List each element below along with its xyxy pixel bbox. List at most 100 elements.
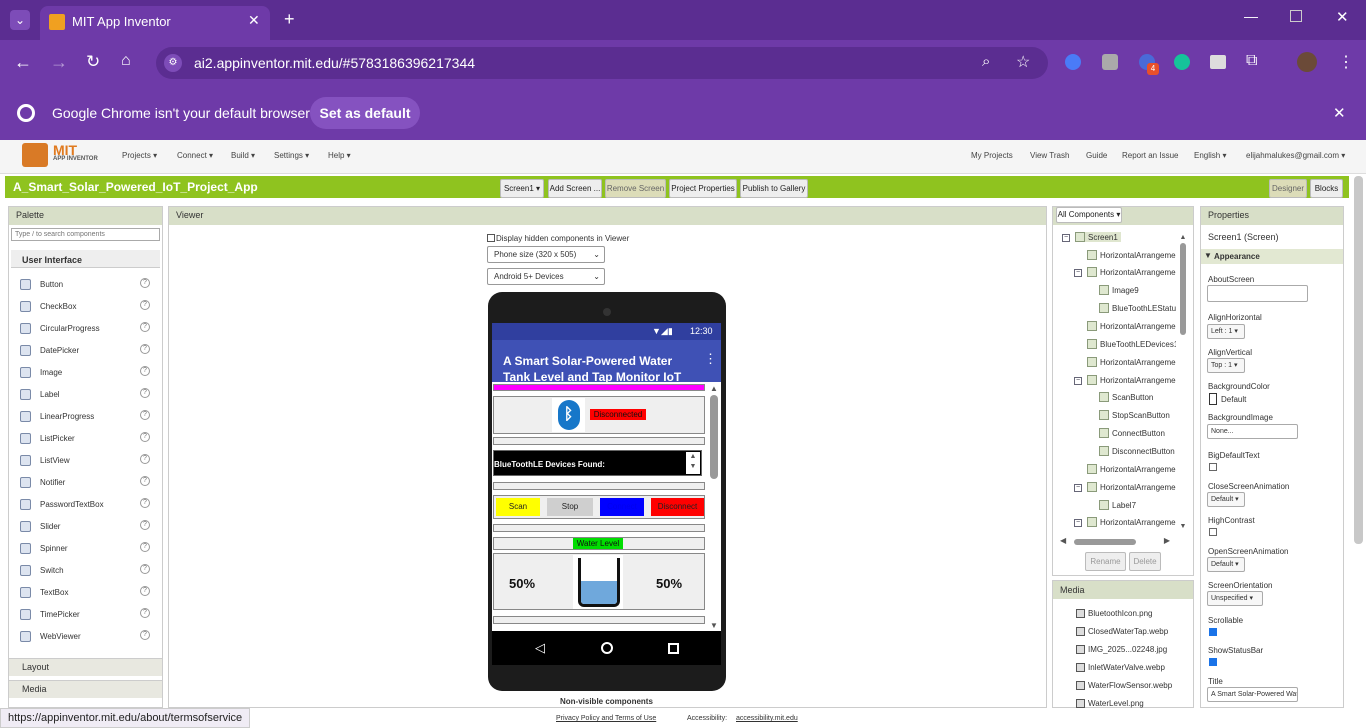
- help-icon[interactable]: ?: [140, 498, 150, 508]
- back-icon[interactable]: ←: [14, 52, 32, 73]
- palette-item-listview[interactable]: ListView?: [20, 452, 150, 468]
- footer-privacy-link[interactable]: Privacy Policy and Terms of Use: [556, 715, 656, 722]
- phone-screen-scrollbar[interactable]: ▲ ▼: [708, 384, 720, 630]
- help-icon[interactable]: ?: [140, 410, 150, 420]
- tree-item-horizontalarrangement7[interactable]: HorizontalArrangement7: [1087, 482, 1176, 492]
- delete-button[interactable]: Delete: [1129, 552, 1161, 571]
- tree-collapse-toggle[interactable]: −: [1074, 269, 1082, 277]
- title-input[interactable]: A Smart Solar-Powered Wat: [1207, 687, 1298, 702]
- tree-item-horizontalarrangement3[interactable]: HorizontalArrangement3: [1087, 321, 1176, 331]
- palette-item-label[interactable]: Label?: [20, 386, 150, 402]
- help-icon[interactable]: ?: [140, 542, 150, 552]
- big-default-text-checkbox[interactable]: [1209, 463, 1217, 471]
- help-icon[interactable]: ?: [140, 366, 150, 376]
- tree-item-connectbutton[interactable]: ConnectButton: [1099, 428, 1176, 438]
- media-item[interactable]: WaterFlowSensor.webp: [1076, 681, 1172, 690]
- account-menu[interactable]: elijahmalukes@gmail.com ▾: [1246, 151, 1345, 160]
- tree-item-horizontalarrangement4[interactable]: HorizontalArrangement4: [1087, 357, 1176, 367]
- align-vertical-select[interactable]: Top : 1 ▾: [1207, 358, 1245, 373]
- palette-item-image[interactable]: Image?: [20, 364, 150, 380]
- help-icon[interactable]: ?: [140, 564, 150, 574]
- tree-item-bluetoothlestatus[interactable]: BlueToothLEStatus: [1099, 303, 1176, 313]
- screen-orientation-select[interactable]: Unspecified ▾: [1207, 591, 1263, 606]
- help-icon[interactable]: ?: [140, 520, 150, 530]
- nav-back-icon[interactable]: ◁: [535, 640, 545, 656]
- scroll-thumb[interactable]: [1180, 243, 1186, 335]
- tree-item-horizontalarrangement8[interactable]: HorizontalArrangement8: [1087, 517, 1176, 527]
- close-infobar-icon[interactable]: ✕: [1333, 104, 1346, 122]
- palette-item-timepicker[interactable]: TimePicker?: [20, 606, 150, 622]
- hidden-components-checkbox[interactable]: [487, 234, 495, 242]
- listview-scroll-arrows[interactable]: ▲ ▼: [686, 452, 700, 474]
- connect-button[interactable]: Connect: [600, 498, 644, 516]
- stop-button[interactable]: Stop: [547, 498, 593, 516]
- nav-recents-icon[interactable]: [668, 643, 679, 654]
- menu-projects[interactable]: Projects ▾: [122, 151, 157, 160]
- restore-icon[interactable]: [1290, 10, 1302, 22]
- tree-collapse-toggle[interactable]: −: [1062, 234, 1070, 242]
- chrome-menu-icon[interactable]: ⋮: [1338, 52, 1354, 72]
- reload-icon[interactable]: ↻: [86, 52, 100, 72]
- designer-button[interactable]: Designer: [1269, 179, 1307, 198]
- add-screen-button[interactable]: Add Screen ...: [548, 179, 602, 198]
- background-image-picker[interactable]: None...: [1207, 424, 1298, 439]
- overflow-menu-icon[interactable]: ⋮: [704, 351, 717, 367]
- link-view-trash[interactable]: View Trash: [1030, 151, 1069, 160]
- palette-item-button[interactable]: Button?: [20, 276, 150, 292]
- scroll-up-arrow[interactable]: ▲: [1178, 234, 1188, 241]
- tree-item-horizontalarrangement2[interactable]: HorizontalArrangement2: [1087, 267, 1176, 277]
- menu-help[interactable]: Help ▾: [328, 151, 351, 160]
- scroll-up-arrow[interactable]: ▲: [708, 384, 720, 393]
- menu-connect[interactable]: Connect ▾: [177, 151, 213, 160]
- help-icon[interactable]: ?: [140, 432, 150, 442]
- tree-item-stopscanbutton[interactable]: StopScanButton: [1099, 410, 1176, 420]
- tree-item-screen1[interactable]: Screen1: [1075, 232, 1121, 242]
- menu-settings[interactable]: Settings ▾: [274, 151, 309, 160]
- palette-item-notifier[interactable]: Notifier?: [20, 474, 150, 490]
- menu-build[interactable]: Build ▾: [231, 151, 255, 160]
- scroll-left-arrow[interactable]: ◀: [1060, 536, 1066, 545]
- home-icon[interactable]: ⌂: [121, 52, 131, 70]
- palette-section-user-interface[interactable]: User Interface: [22, 255, 82, 265]
- help-icon[interactable]: ?: [140, 344, 150, 354]
- link-my-projects[interactable]: My Projects: [971, 151, 1013, 160]
- palette-item-spinner[interactable]: Spinner?: [20, 540, 150, 556]
- tree-item-label7[interactable]: Label7: [1099, 500, 1176, 510]
- publish-gallery-button[interactable]: Publish to Gallery: [740, 179, 808, 198]
- help-icon[interactable]: ?: [140, 300, 150, 310]
- media-item[interactable]: InletWaterValve.webp: [1076, 663, 1165, 672]
- help-icon[interactable]: ?: [140, 586, 150, 596]
- background-color-swatch[interactable]: [1209, 393, 1217, 405]
- scroll-down-arrow[interactable]: ▼: [708, 621, 720, 630]
- tab-search-icon[interactable]: ⌄: [10, 10, 30, 30]
- zoom-icon[interactable]: ⌕: [982, 53, 990, 70]
- palette-search-input[interactable]: [11, 228, 160, 241]
- link-guide[interactable]: Guide: [1086, 151, 1107, 160]
- scroll-down-arrow[interactable]: ▼: [1178, 523, 1188, 530]
- media-item[interactable]: WaterLevel.png: [1076, 699, 1144, 708]
- rename-button[interactable]: Rename: [1085, 552, 1126, 571]
- close-animation-select[interactable]: Default ▾: [1207, 492, 1245, 507]
- profile-avatar[interactable]: [1297, 52, 1317, 72]
- forward-icon[interactable]: →: [50, 52, 68, 73]
- palette-item-linearprogress[interactable]: LinearProgress?: [20, 408, 150, 424]
- scrollable-checkbox[interactable]: [1209, 628, 1217, 636]
- screen-select[interactable]: Screen1 ▾: [500, 179, 544, 198]
- ai-logo-icon[interactable]: [22, 143, 48, 167]
- show-status-bar-checkbox[interactable]: [1209, 658, 1217, 666]
- footer-accessibility-link[interactable]: accessibility.mit.edu: [736, 715, 798, 722]
- open-animation-select[interactable]: Default ▾: [1207, 557, 1245, 572]
- extension-icon-2[interactable]: [1102, 54, 1118, 70]
- palette-item-listpicker[interactable]: ListPicker?: [20, 430, 150, 446]
- tree-collapse-toggle[interactable]: −: [1074, 377, 1082, 385]
- site-info-icon[interactable]: ⚙: [164, 54, 182, 72]
- project-properties-button[interactable]: Project Properties: [669, 179, 737, 198]
- page-scrollbar[interactable]: [1354, 176, 1363, 544]
- scroll-right-arrow[interactable]: ▶: [1164, 536, 1170, 545]
- help-icon[interactable]: ?: [140, 278, 150, 288]
- language-menu[interactable]: English ▾: [1194, 151, 1226, 160]
- help-icon[interactable]: ?: [140, 388, 150, 398]
- media-item[interactable]: BluetoothIcon.png: [1076, 609, 1153, 618]
- bookmark-star-icon[interactable]: ☆: [1016, 52, 1030, 72]
- tree-item-horizontalarrangement6[interactable]: HorizontalArrangement6: [1087, 464, 1176, 474]
